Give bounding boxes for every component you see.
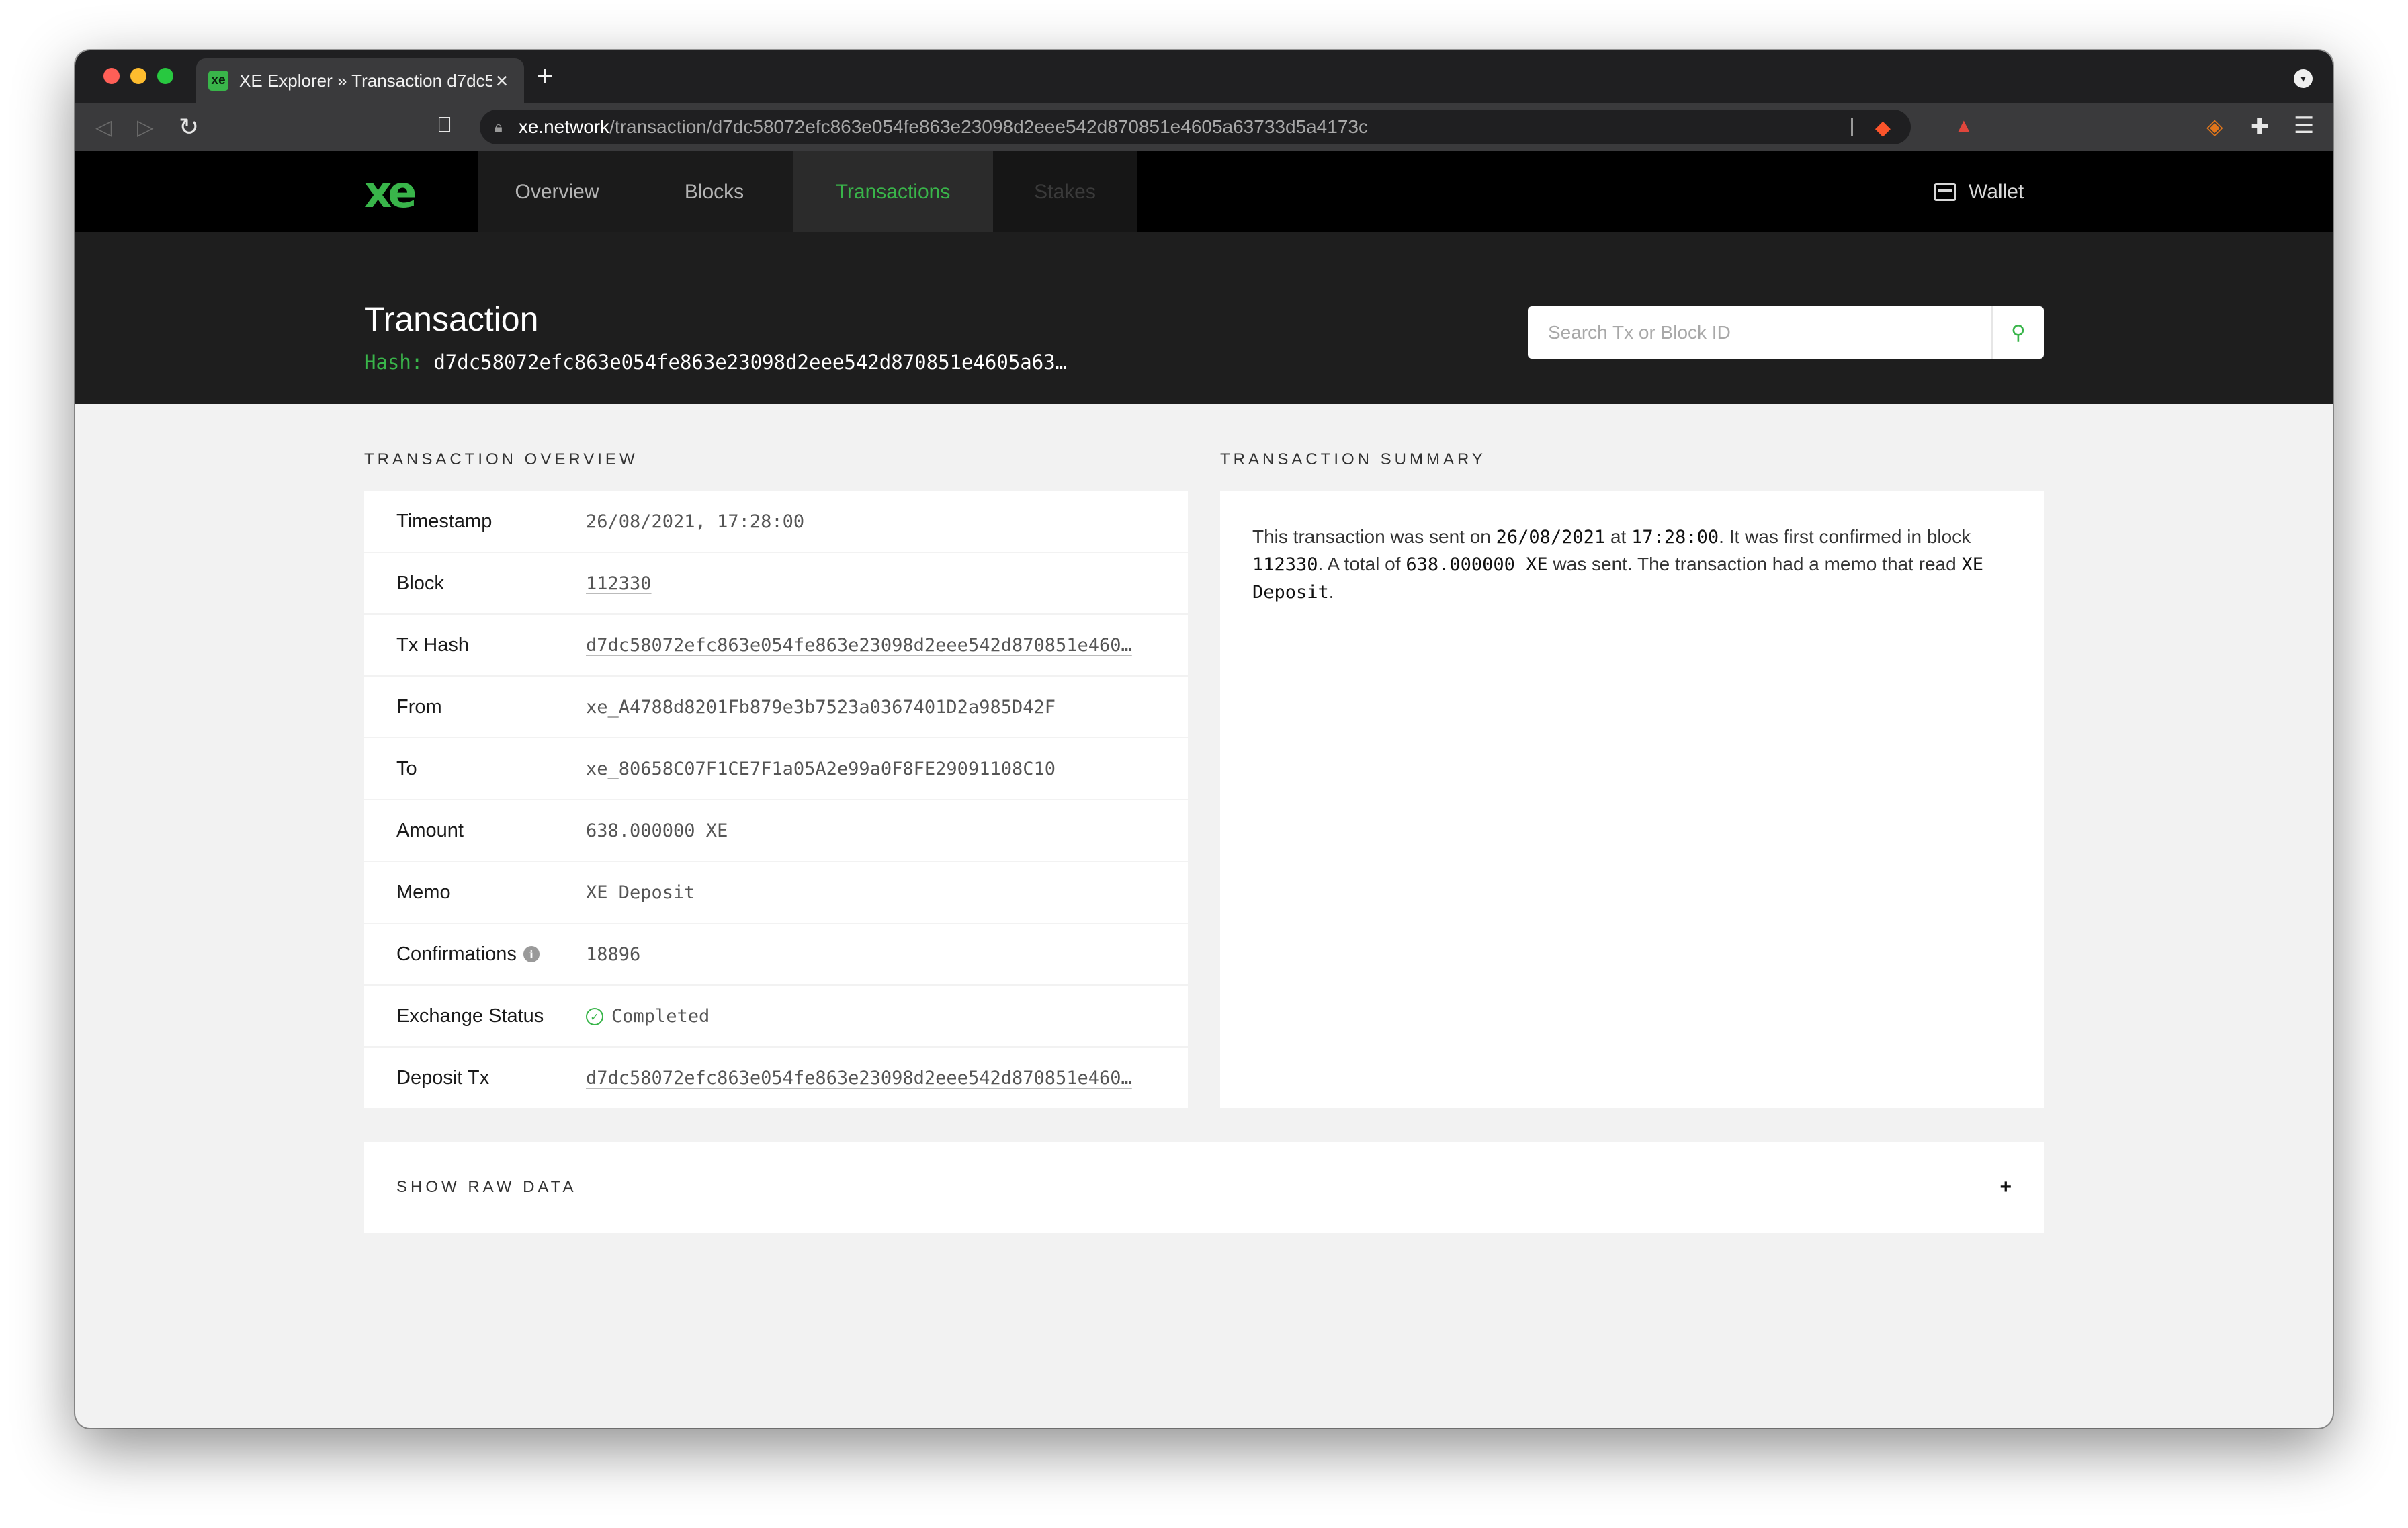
table-row: Memo XE Deposit — [364, 862, 1188, 923]
extensions-puzzle-icon[interactable]: ✚ — [2251, 114, 2269, 139]
search-icon: ⚲ — [2011, 321, 2026, 344]
row-label: Memo — [396, 881, 451, 903]
hero-hash: Hash: d7dc58072efc863e054fe863e23098d2eee… — [364, 351, 1067, 374]
row-label: Tx Hash — [396, 634, 469, 656]
expand-plus-icon[interactable]: + — [2000, 1176, 2012, 1199]
tab-search-icon[interactable]: ▾ — [2294, 69, 2313, 88]
back-icon[interactable]: ◁ — [95, 114, 112, 140]
row-label: To — [396, 757, 417, 779]
table-row: Amount 638.000000 XE — [364, 800, 1188, 861]
table-row: Tx Hash d7dc58072efc863e054fe863e23098d2… — [364, 615, 1188, 675]
raw-data-label: SHOW RAW DATA — [396, 1178, 577, 1196]
summary-time: 17:28:00 — [1631, 527, 1719, 548]
address-bar-divider — [1851, 118, 1853, 136]
tab-close-icon[interactable]: × — [492, 69, 512, 93]
wallet-icon — [1934, 183, 1956, 201]
hash-label: Hash: — [364, 351, 423, 374]
row-value: 18896 — [586, 943, 641, 965]
summary-heading: TRANSACTION SUMMARY — [1220, 450, 1486, 468]
status-text: Completed — [611, 1005, 710, 1027]
page-hero: Transaction Hash: d7dc58072efc863e054fe86… — [75, 232, 2333, 404]
lock-icon: 🔒︎ — [494, 118, 503, 135]
browser-menu-icon[interactable]: ☰ — [2294, 112, 2314, 139]
search-button[interactable]: ⚲ — [1991, 306, 2044, 359]
table-row: To xe_80658C07F1CE7F1a05A2e99a0F8FE29091… — [364, 738, 1188, 799]
row-value: d7dc58072efc863e054fe863e23098d2eee542d8… — [586, 1068, 1188, 1089]
summary-text: was sent. The transaction had a memo tha… — [1547, 554, 1962, 575]
transaction-overview-table: Timestamp 26/08/2021, 17:28:00 Block 112… — [364, 491, 1188, 1109]
minimize-window-button[interactable] — [130, 68, 146, 84]
summary-text: This transaction was sent on — [1252, 526, 1496, 547]
maximize-window-button[interactable] — [157, 68, 173, 84]
reload-icon[interactable]: ↻ — [179, 114, 199, 140]
summary-amount: 638.000000 XE — [1406, 554, 1548, 575]
close-window-button[interactable] — [103, 68, 120, 84]
row-value: ✓ Completed — [586, 1006, 1188, 1027]
table-row: Timestamp 26/08/2021, 17:28:00 — [364, 491, 1188, 552]
tab-title: XE Explorer » Transaction d7dc58072efc — [239, 70, 492, 91]
nav-stakes[interactable]: Stakes — [993, 151, 1137, 232]
url-host: xe.network — [518, 116, 610, 137]
wallet-button[interactable]: Wallet — [1934, 151, 2024, 232]
transaction-summary-card: This transaction was sent on 26/08/2021 … — [1220, 491, 2044, 1108]
row-value: XE Deposit — [586, 882, 695, 903]
tx-hash-link[interactable]: d7dc58072efc863e054fe863e23098d2eee542d8… — [586, 635, 1132, 656]
nav-overview[interactable]: Overview — [478, 151, 636, 232]
nav-transactions[interactable]: Transactions — [793, 151, 993, 232]
check-circle-icon: ✓ — [586, 1008, 603, 1025]
table-row: From xe_A4788d8201Fb879e3b7523a0367401D2… — [364, 677, 1188, 737]
summary-text: at — [1605, 526, 1632, 547]
bookmark-icon[interactable]: ⎕ — [438, 112, 451, 138]
show-raw-data-toggle[interactable]: SHOW RAW DATA + — [364, 1142, 2044, 1233]
summary-text: . A total of — [1318, 554, 1406, 575]
table-row: Exchange Status ✓ Completed — [364, 986, 1188, 1046]
block-link[interactable]: 112330 — [586, 573, 652, 594]
page-title: Transaction — [364, 300, 539, 338]
summary-block: 112330 — [1252, 554, 1318, 575]
address-bar[interactable]: 🔒︎ xe.network/transaction/d7dc58072efc86… — [480, 110, 1911, 144]
row-value: xe_A4788d8201Fb879e3b7523a0367401D2a985D… — [586, 696, 1056, 718]
row-label: From — [396, 695, 442, 718]
row-label: Exchange Status — [396, 1005, 544, 1027]
row-value: 112330 — [586, 573, 1188, 594]
browser-window: xe XE Explorer » Transaction d7dc58072ef… — [75, 50, 2333, 1428]
row-value: xe_80658C07F1CE7F1a05A2e99a0F8FE29091108… — [586, 758, 1056, 779]
wallet-label: Wallet — [1969, 180, 2024, 203]
info-icon[interactable]: i — [523, 946, 540, 962]
table-row: Confirmations i 18896 — [364, 924, 1188, 984]
xe-logo[interactable]: xe — [364, 171, 418, 214]
search-box: ⚲ — [1528, 306, 2044, 359]
row-label: Timestamp — [396, 510, 492, 532]
row-label: Confirmations i — [364, 943, 586, 966]
site-header: xe Overview Blocks Transactions Stakes W… — [75, 151, 2333, 232]
table-row: Deposit Tx d7dc58072efc863e054fe863e2309… — [364, 1048, 1188, 1108]
summary-text: . — [1328, 581, 1334, 602]
hash-value: d7dc58072efc863e054fe863e23098d2eee542d8… — [433, 351, 1068, 374]
deposit-tx-link[interactable]: d7dc58072efc863e054fe863e23098d2eee542d8… — [586, 1068, 1132, 1089]
row-value: 26/08/2021, 17:28:00 — [586, 511, 805, 532]
browser-tab-active[interactable]: xe XE Explorer » Transaction d7dc58072ef… — [196, 58, 524, 103]
search-input[interactable] — [1528, 306, 1991, 359]
forward-icon[interactable]: ▷ — [137, 114, 154, 140]
brave-rewards-icon[interactable]: ▲ — [1954, 115, 1974, 138]
overview-heading: TRANSACTION OVERVIEW — [364, 450, 638, 468]
row-label: Deposit Tx — [396, 1066, 490, 1089]
browser-tab-bar: xe XE Explorer » Transaction d7dc58072ef… — [75, 50, 2333, 103]
confirmations-label: Confirmations — [396, 943, 517, 965]
table-row: Block 112330 — [364, 553, 1188, 613]
brave-shields-icon[interactable]: ◆ — [1875, 116, 1891, 140]
row-label: Block — [396, 572, 444, 594]
url-path: /transaction/d7dc58072efc863e054fe863e23… — [609, 116, 1368, 137]
summary-text: . It was first confirmed in block — [1719, 526, 1971, 547]
xe-favicon-icon: xe — [208, 71, 228, 91]
row-label: Amount — [396, 819, 464, 841]
row-value: d7dc58072efc863e054fe863e23098d2eee542d8… — [586, 635, 1188, 656]
new-tab-button[interactable]: + — [536, 60, 554, 93]
row-value: 638.000000 XE — [586, 820, 728, 841]
nav-blocks[interactable]: Blocks — [636, 151, 793, 232]
browser-toolbar: ◁ ▷ ↻ ⎕ 🔒︎ xe.network/transaction/d7dc58… — [75, 103, 2333, 151]
metamask-extension-icon[interactable]: ◈ — [2206, 114, 2223, 139]
summary-date: 26/08/2021 — [1496, 527, 1606, 548]
